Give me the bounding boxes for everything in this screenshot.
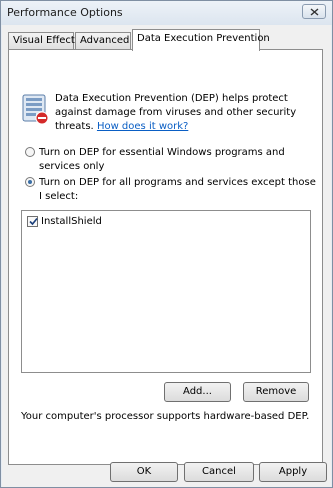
how-does-it-work-link[interactable]: How does it work? [97, 121, 188, 132]
ok-button[interactable]: OK [110, 462, 178, 482]
cancel-button[interactable]: Cancel [184, 462, 254, 482]
performance-options-window: Performance Options Visual Effects Advan… [0, 0, 333, 488]
tab-visual-effects[interactable]: Visual Effects [8, 32, 80, 50]
checkmark-icon [29, 217, 38, 226]
add-button[interactable]: Add... [164, 382, 231, 402]
radio-essential-label: Turn on DEP for essential Windows progra… [39, 147, 285, 172]
window-title: Performance Options [7, 6, 123, 19]
close-button[interactable] [302, 4, 326, 19]
dialog-body: Visual Effects Advanced Data Execution P… [2, 25, 331, 487]
installshield-checkbox[interactable] [27, 216, 38, 227]
dep-description: Data Execution Prevention (DEP) helps pr… [55, 92, 325, 134]
title-bar[interactable]: Performance Options [1, 1, 332, 25]
installshield-label: InstallShield [41, 216, 102, 227]
hardware-dep-status: Your computer's processor supports hardw… [21, 411, 310, 422]
tab-data-execution-prevention[interactable]: Data Execution Prevention [132, 29, 270, 51]
radio-all-label: Turn on DEP for all programs and service… [39, 177, 316, 202]
close-icon [310, 8, 319, 16]
radio-all-button[interactable] [25, 177, 35, 187]
dep-shield-icon [22, 94, 49, 125]
apply-button[interactable]: Apply [259, 462, 327, 482]
remove-button[interactable]: Remove [243, 382, 309, 402]
dep-exceptions-list[interactable]: InstallShield [21, 210, 311, 373]
tab-advanced[interactable]: Advanced [75, 32, 131, 50]
dep-tab-panel: Data Execution Prevention (DEP) helps pr… [8, 49, 323, 465]
radio-essential-button[interactable] [25, 147, 35, 157]
